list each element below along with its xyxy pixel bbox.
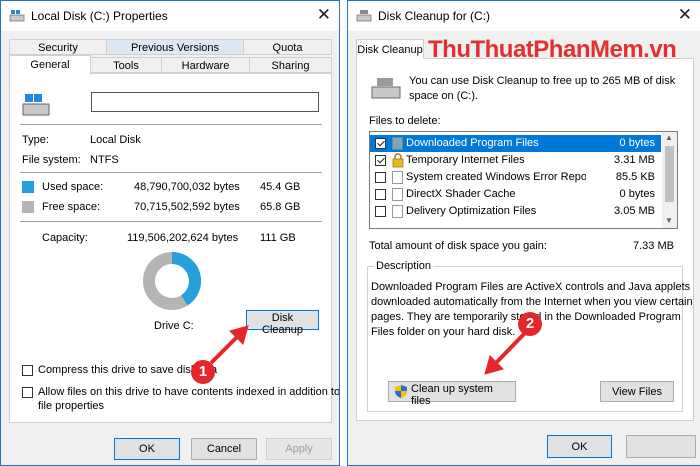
ok-button[interactable]: OK xyxy=(547,435,612,458)
close-icon[interactable]: ✕ xyxy=(678,5,692,25)
file-checkbox[interactable] xyxy=(375,206,386,217)
general-panel: Type: Local Disk File system: NTFS Used … xyxy=(9,73,339,423)
index-checkbox[interactable] xyxy=(22,387,33,398)
list-item[interactable]: System created Windows Error Reporti... … xyxy=(370,169,661,186)
files-list[interactable]: Downloaded Program Files 0 bytes Tempora… xyxy=(369,131,678,229)
title-bar: Disk Cleanup for (C:) ✕ xyxy=(348,1,700,31)
divider xyxy=(20,221,322,222)
used-bytes: 48,790,700,032 bytes xyxy=(134,181,240,193)
file-icon xyxy=(392,137,403,150)
file-checkbox[interactable] xyxy=(375,138,386,149)
shield-icon xyxy=(395,385,407,398)
fs-label: File system: xyxy=(22,154,81,166)
file-name: DirectX Shader Cache xyxy=(406,188,516,200)
cleanup-icon xyxy=(356,10,372,22)
capacity-bytes: 119,506,202,624 bytes xyxy=(127,232,239,244)
cancel-button[interactable] xyxy=(626,435,696,458)
file-checkbox[interactable] xyxy=(375,189,386,200)
close-icon[interactable]: ✕ xyxy=(317,5,331,25)
tab-security[interactable]: Security xyxy=(9,39,107,55)
divider xyxy=(20,172,322,173)
title-bar: Local Disk (C:) Properties ✕ xyxy=(1,1,339,31)
file-name: Temporary Internet Files xyxy=(406,154,525,166)
info-text-line1: You can use Disk Cleanup to free up to 2… xyxy=(409,75,676,87)
description-line2: downloaded automatically from the Intern… xyxy=(371,296,693,308)
drive-icon xyxy=(371,78,401,99)
view-files-button[interactable]: View Files xyxy=(600,381,674,402)
drive-label: Drive C: xyxy=(154,320,194,332)
free-label: Free space: xyxy=(42,201,101,213)
ok-button[interactable]: OK xyxy=(114,438,180,460)
type-value: Local Disk xyxy=(90,134,141,146)
clean-up-system-files-button[interactable]: Clean up system files xyxy=(388,381,516,407)
file-size: 85.5 KB xyxy=(615,171,655,183)
drive-icon xyxy=(22,94,50,116)
file-name: Downloaded Program Files xyxy=(406,137,539,149)
capacity-gb: 111 GB xyxy=(260,232,296,244)
free-color-swatch xyxy=(22,201,34,213)
disk-cleanup-button[interactable]: Disk Cleanup xyxy=(246,310,319,336)
file-size: 0 bytes xyxy=(619,137,655,149)
file-checkbox[interactable] xyxy=(375,172,386,183)
free-gb: 65.8 GB xyxy=(260,201,301,213)
scrollbar[interactable]: ▲ ▼ xyxy=(662,132,677,228)
file-size: 3.05 MB xyxy=(614,205,655,217)
file-icon xyxy=(392,188,403,201)
fs-value: NTFS xyxy=(90,154,119,166)
file-icon xyxy=(392,171,403,184)
list-item[interactable]: Downloaded Program Files 0 bytes xyxy=(370,135,661,152)
file-checkbox[interactable] xyxy=(375,155,386,166)
window-title: Local Disk (C:) Properties xyxy=(31,9,168,23)
list-item[interactable]: DirectX Shader Cache 0 bytes xyxy=(370,186,661,203)
step-badge-2: 2 xyxy=(518,312,542,336)
file-size: 0 bytes xyxy=(619,188,655,200)
description-line4: Files folder on your hard disk. xyxy=(371,326,516,338)
scroll-thumb[interactable] xyxy=(665,146,674,202)
list-item[interactable]: Temporary Internet Files 3.31 MB xyxy=(370,152,661,169)
tab-previous-versions[interactable]: Previous Versions xyxy=(106,39,244,55)
drive-icon xyxy=(9,10,25,22)
description-label: Description xyxy=(374,260,434,272)
used-color-swatch xyxy=(22,181,34,193)
used-gb: 45.4 GB xyxy=(260,181,301,193)
info-text-line2: space on (C:). xyxy=(409,90,479,102)
compress-checkbox[interactable] xyxy=(22,365,33,376)
clean-up-system-files-label: Clean up system files xyxy=(411,383,493,407)
scroll-up-icon[interactable]: ▲ xyxy=(665,133,673,142)
disk-usage-donut xyxy=(143,252,201,310)
window-title: Disk Cleanup for (C:) xyxy=(378,9,491,23)
files-to-delete-label: Files to delete: xyxy=(369,115,441,127)
tab-disk-cleanup[interactable]: Disk Cleanup xyxy=(356,39,424,59)
total-label: Total amount of disk space you gain: xyxy=(369,240,547,252)
type-label: Type: xyxy=(22,134,49,146)
tab-quota[interactable]: Quota xyxy=(243,39,332,55)
file-name: System created Windows Error Reporti... xyxy=(406,171,586,183)
file-size: 3.31 MB xyxy=(614,154,655,166)
free-bytes: 70,715,502,592 bytes xyxy=(134,201,240,213)
index-label-line1: Allow files on this drive to have conten… xyxy=(38,386,340,398)
list-item[interactable]: Delivery Optimization Files 3.05 MB xyxy=(370,203,661,220)
tab-sharing[interactable]: Sharing xyxy=(249,57,332,73)
tab-hardware[interactable]: Hardware xyxy=(161,57,250,73)
file-icon xyxy=(392,205,403,218)
cancel-button[interactable]: Cancel xyxy=(191,438,257,460)
properties-window: Local Disk (C:) Properties ✕ Security Pr… xyxy=(0,0,340,466)
step-badge-1: 1 xyxy=(191,360,215,384)
description-line1: Downloaded Program Files are ActiveX con… xyxy=(371,281,691,293)
used-label: Used space: xyxy=(42,181,104,193)
divider xyxy=(20,124,322,125)
tab-tools[interactable]: Tools xyxy=(90,57,162,73)
apply-button[interactable]: Apply xyxy=(266,438,332,460)
drive-name-input[interactable] xyxy=(91,92,319,112)
total-value: 7.33 MB xyxy=(633,240,674,252)
scroll-down-icon[interactable]: ▼ xyxy=(665,216,673,225)
cleanup-panel: You can use Disk Cleanup to free up to 2… xyxy=(356,58,694,421)
disk-cleanup-window: Disk Cleanup for (C:) ✕ Disk Cleanup Thu… xyxy=(347,0,700,466)
capacity-label: Capacity: xyxy=(42,232,88,244)
file-name: Delivery Optimization Files xyxy=(406,205,537,217)
lock-icon xyxy=(392,153,404,168)
index-label-line2: file properties xyxy=(38,400,105,412)
tab-general[interactable]: General xyxy=(9,55,91,75)
description-group: Description Downloaded Program Files are… xyxy=(367,260,693,412)
